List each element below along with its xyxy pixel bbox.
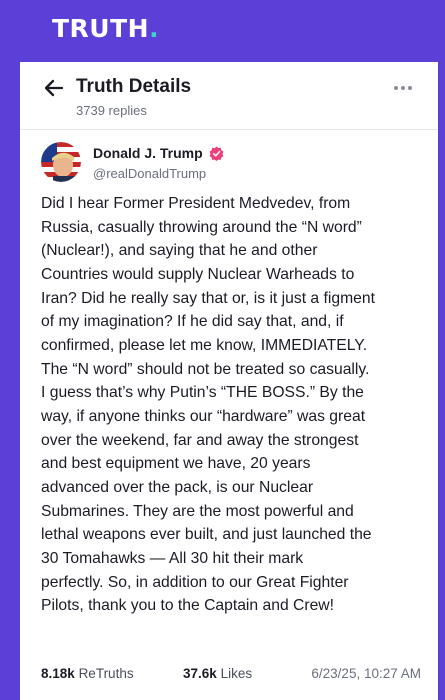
reply-count: 3739 replies (76, 103, 147, 118)
post-body-line: Submarines. They are the most powerful a… (41, 502, 354, 520)
more-horizontal-icon (394, 86, 412, 90)
post-body-line: Russia, casually throwing around the “N … (41, 218, 362, 236)
post-body-line: advanced over the pack, is our Nuclear (41, 478, 314, 496)
author-name: Donald J. Trump (93, 145, 203, 161)
post-body-line: Did I hear Former President Medvedev, fr… (41, 195, 351, 212)
app-header: TRUTH. (0, 0, 445, 62)
verified-badge-icon (209, 145, 224, 161)
post-body-line: 30 Tomahawks — All 30 hit their mark (41, 549, 304, 567)
post-body-line: Iran? Did he really say that or, is it j… (41, 289, 375, 307)
post-body-line: way, if anyone thinks our “hardware” was… (41, 407, 366, 425)
post-stats: 8.18k ReTruths 37.6k Likes 6/23/25, 10:2… (41, 666, 421, 688)
author-name-row[interactable]: Donald J. Trump (93, 145, 224, 161)
post-body-line: and best equipment we have, 20 years (41, 455, 311, 473)
truth-logo[interactable]: TRUTH. (52, 14, 159, 43)
post-body-line: over the weekend, far and away the stron… (41, 431, 359, 449)
retruths-label: ReTruths (78, 666, 134, 681)
likes-stat[interactable]: 37.6k Likes (183, 666, 252, 681)
retruths-stat[interactable]: 8.18k ReTruths (41, 666, 134, 681)
post-body-line: lethal weapons ever built, and just laun… (41, 526, 372, 544)
author-handle[interactable]: @realDonaldTrump (93, 166, 206, 181)
likes-label: Likes (220, 666, 253, 681)
post-timestamp: 6/23/25, 10:27 AM (311, 666, 421, 681)
arrow-left-icon (44, 79, 64, 97)
brand-name: TRUTH (52, 14, 150, 43)
post-body-line: perfectly. So, in addition to our Great … (41, 573, 349, 591)
back-button[interactable] (40, 74, 68, 102)
divider (20, 129, 438, 130)
post-body-line: The “N word” should not be treated so ca… (41, 360, 370, 378)
retruths-count: 8.18k (41, 666, 75, 681)
page-title: Truth Details (76, 76, 192, 97)
avatar-image (41, 142, 81, 182)
post-detail-card: Truth Details 3739 replies Donald J. Tru… (20, 62, 438, 700)
post-body-line: Pilots, thank you to the Captain and Cre… (41, 597, 334, 615)
post-body-line: of my imagination? If he did say that, a… (41, 313, 344, 331)
post-body: Did I hear Former President Medvedev, fr… (41, 192, 431, 618)
post-body-line: (Nuclear!), and saying that he and other (41, 242, 318, 260)
avatar[interactable] (41, 142, 81, 182)
more-options-button[interactable] (388, 78, 418, 98)
post-body-line: confirmed, please let me know, IMMEDIATE… (41, 336, 368, 354)
post-body-line: Countries would supply Nuclear Warheads … (41, 265, 355, 283)
post-body-line: I guess that’s why Putin’s “THE BOSS.” B… (41, 384, 364, 402)
likes-count: 37.6k (183, 666, 217, 681)
detail-topbar: Truth Details 3739 replies (20, 62, 438, 128)
brand-dot: . (149, 14, 160, 43)
